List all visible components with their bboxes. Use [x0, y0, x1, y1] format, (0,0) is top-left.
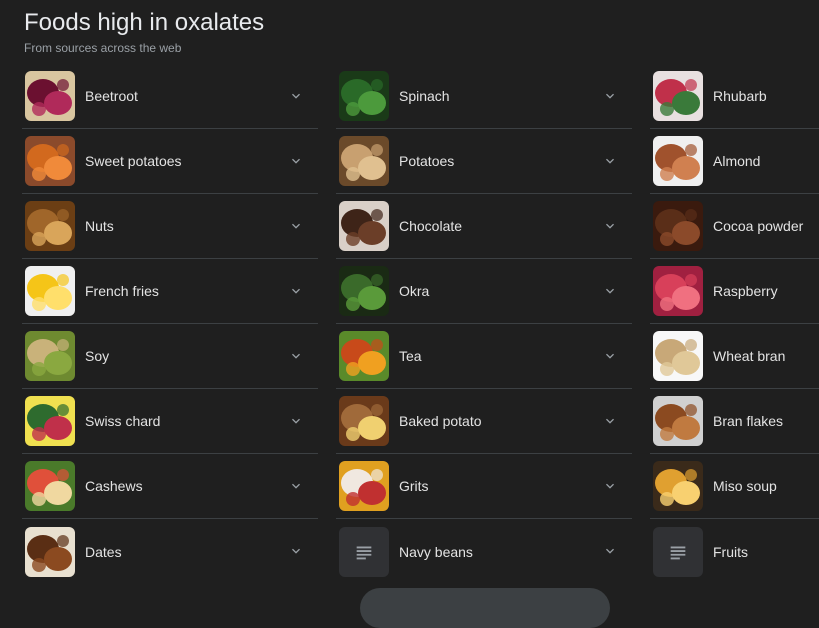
food-item-label: Raspberry [713, 283, 778, 299]
food-item-label: Sweet potatoes [85, 153, 182, 169]
almond-image [653, 136, 703, 186]
food-item-swiss-chard[interactable]: Swiss chard [22, 389, 318, 454]
food-item-beetroot[interactable]: Beetroot [22, 64, 318, 129]
food-item-wheat-bran[interactable]: Wheat bran [650, 324, 819, 389]
food-item-nuts[interactable]: Nuts [22, 194, 318, 259]
food-item-label: Chocolate [399, 218, 463, 234]
food-item-raspberry[interactable]: Raspberry [650, 259, 819, 324]
food-item-label: Cashews [85, 478, 143, 494]
results-header: Foods high in oxalates From sources acro… [24, 8, 264, 55]
food-item-label: Miso soup [713, 478, 777, 494]
food-item-rhubarb[interactable]: Rhubarb [650, 64, 819, 129]
food-item-spinach[interactable]: Spinach [336, 64, 632, 129]
cashews-image [25, 461, 75, 511]
food-item-label: Fruits [713, 543, 748, 560]
okra-image [339, 266, 389, 316]
dates-image [25, 526, 75, 577]
food-item-label: Bran flakes [713, 413, 784, 429]
french-fries-image [25, 266, 75, 316]
beetroot-image [25, 71, 75, 121]
food-item-grits[interactable]: Grits [336, 454, 632, 519]
soy-image [25, 331, 75, 381]
food-item-label: Rhubarb [713, 88, 767, 104]
food-item-cashews[interactable]: Cashews [22, 454, 318, 519]
page-title: Foods high in oxalates [24, 9, 265, 36]
food-item-label: Baked potato [399, 413, 482, 429]
chevron-down-icon[interactable] [602, 218, 618, 234]
raspberry-image [653, 266, 703, 316]
food-grid: Beetroot Sweet potatoes Nuts French fries So… [22, 64, 819, 584]
food-item-label: Cocoa powder [713, 218, 804, 234]
miso-soup-image [653, 461, 703, 511]
food-item-label: Beetroot [85, 88, 138, 104]
chevron-down-icon[interactable] [288, 153, 304, 169]
chevron-down-icon[interactable] [288, 348, 304, 364]
food-item-label: Navy beans [399, 543, 473, 560]
result-column: Rhubarb Almond Cocoa powder Raspberry Wheat … [650, 64, 819, 584]
article-placeholder-icon [653, 526, 703, 577]
food-item-label: Okra [399, 283, 430, 299]
food-item-label: Swiss chard [85, 413, 161, 429]
chevron-down-icon[interactable] [288, 88, 304, 104]
food-item-label: Potatoes [399, 153, 455, 169]
food-item-cocoa-powder[interactable]: Cocoa powder [650, 194, 819, 259]
chevron-down-icon[interactable] [288, 543, 304, 559]
chevron-down-icon[interactable] [288, 413, 304, 429]
chevron-down-icon[interactable] [602, 478, 618, 494]
food-item-miso-soup[interactable]: Miso soup [650, 454, 819, 519]
food-item-tea[interactable]: Tea [336, 324, 632, 389]
food-item-baked-potato[interactable]: Baked potato [336, 389, 632, 454]
show-more-button[interactable] [360, 588, 610, 628]
chevron-down-icon[interactable] [602, 543, 618, 559]
food-item-almond[interactable]: Almond [650, 129, 819, 194]
food-item-okra[interactable]: Okra [336, 259, 632, 324]
wheat-bran-image [653, 331, 703, 381]
page-subtitle: From sources across the web [24, 41, 182, 55]
grits-image [339, 461, 389, 511]
chevron-down-icon[interactable] [602, 348, 618, 364]
bran-flakes-image [653, 396, 703, 446]
food-item-label: Tea [399, 348, 422, 364]
chevron-down-icon[interactable] [288, 218, 304, 234]
food-item-label: Grits [399, 478, 429, 494]
food-item-label: Nuts [85, 218, 114, 234]
swiss-chard-image [25, 396, 75, 446]
chevron-down-icon[interactable] [602, 88, 618, 104]
chevron-down-icon[interactable] [602, 283, 618, 299]
chevron-down-icon[interactable] [288, 283, 304, 299]
spinach-image [339, 71, 389, 121]
food-item-label: Soy [85, 348, 110, 364]
food-item-bran-flakes[interactable]: Bran flakes [650, 389, 819, 454]
chevron-down-icon[interactable] [602, 153, 618, 169]
nuts-image [25, 201, 75, 251]
food-item-navy-beans[interactable]: Navy beans [336, 519, 632, 584]
food-item-label: French fries [85, 283, 159, 299]
article-placeholder-icon [339, 526, 389, 577]
food-item-label: Wheat bran [713, 348, 786, 364]
food-item-chocolate[interactable]: Chocolate [336, 194, 632, 259]
cocoa-powder-image [653, 201, 703, 251]
food-item-label: Dates [85, 543, 122, 560]
chevron-down-icon[interactable] [602, 413, 618, 429]
potatoes-image [339, 136, 389, 186]
chevron-down-icon[interactable] [288, 478, 304, 494]
result-column: Beetroot Sweet potatoes Nuts French fries So… [22, 64, 318, 584]
rhubarb-image [653, 71, 703, 121]
food-item-soy[interactable]: Soy [22, 324, 318, 389]
food-item-sweet-potatoes[interactable]: Sweet potatoes [22, 129, 318, 194]
food-item-dates[interactable]: Dates [22, 519, 318, 584]
food-item-french-fries[interactable]: French fries [22, 259, 318, 324]
chocolate-image [339, 201, 389, 251]
food-item-label: Spinach [399, 88, 450, 104]
sweet-potatoes-image [25, 136, 75, 186]
food-item-label: Almond [713, 153, 761, 169]
baked-potato-image [339, 396, 389, 446]
food-item-potatoes[interactable]: Potatoes [336, 129, 632, 194]
tea-image [339, 331, 389, 381]
food-item-fruits[interactable]: Fruits [650, 519, 819, 584]
result-column: Spinach Potatoes Chocolate Okra Tea Baked pot… [336, 64, 632, 584]
